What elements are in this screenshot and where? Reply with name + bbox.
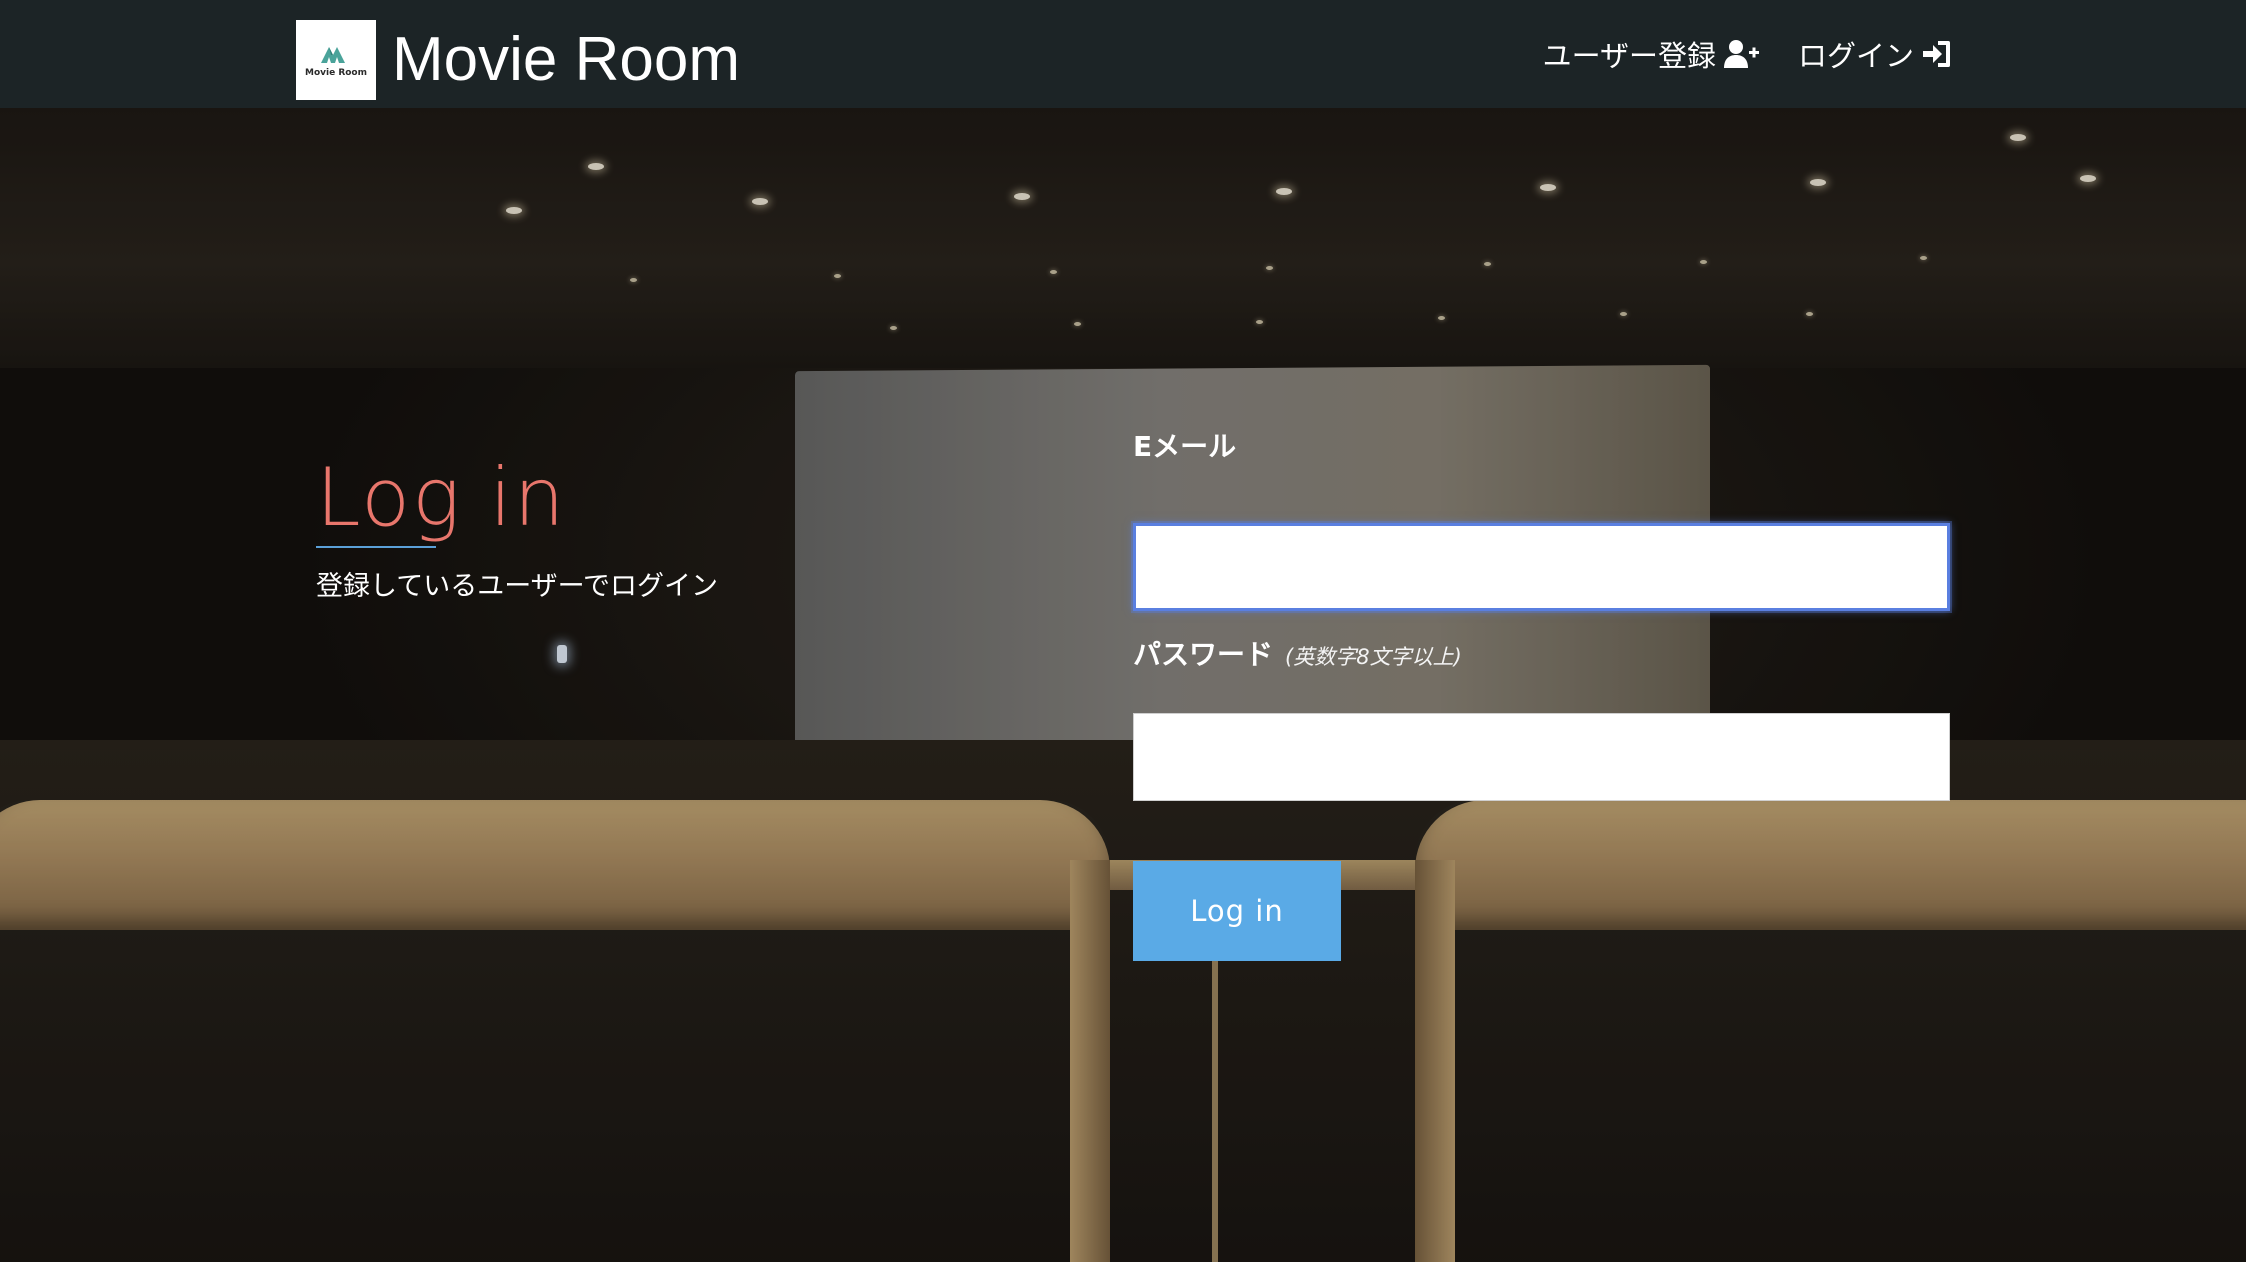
email-field[interactable] [1133,523,1950,611]
logo-text: Movie Room [304,67,367,78]
brand-home-link[interactable]: Movie Room Movie Room [296,20,740,100]
password-label-text: パスワード [1133,638,1274,671]
nav-link-login-label: ログイン [1797,39,1914,73]
brand-name: Movie Room [392,25,740,94]
password-hint: (英数字8文字以上) [1285,645,1462,669]
email-label-text: Eメール [1133,430,1237,463]
login-form: Eメール パスワード (英数字8文字以上) Log in [1133,425,1950,961]
top-navbar: Movie Room Movie Room ユーザー登録 ログイン [0,0,2246,108]
email-label: Eメール [1133,425,1950,473]
password-label: パスワード (英数字8文字以上) [1133,633,1950,681]
nav-link-register[interactable]: ユーザー登録 [1543,30,1760,78]
page-title: Log in [316,451,567,544]
nav-link-login[interactable]: ログイン [1798,30,1952,78]
mountain-logo-icon [321,46,345,63]
title-underline [316,546,436,548]
page-subtitle: 登録しているユーザーでログイン [316,571,719,602]
nav-links: ユーザー登録 ログイン [1505,30,1952,78]
brand-logo: Movie Room [296,20,376,100]
user-plus-icon [1723,40,1759,68]
nav-link-register-label: ユーザー登録 [1542,39,1716,73]
sign-in-icon [1923,41,1950,67]
login-heading-section: Log in 登録しているユーザーでログイン [316,450,718,603]
password-field[interactable] [1133,713,1950,801]
login-submit-button[interactable]: Log in [1133,861,1341,961]
